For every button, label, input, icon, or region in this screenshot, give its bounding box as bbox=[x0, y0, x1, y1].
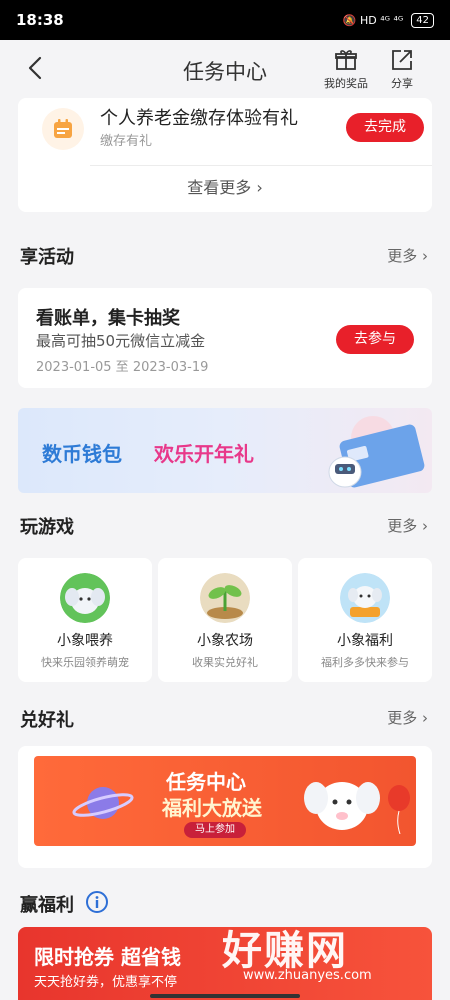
signal-indicators: 🔕 HD ⁴ᴳ ⁴ᴳ bbox=[342, 13, 404, 27]
task-title: 个人养老金缴存体验有礼 bbox=[100, 108, 298, 129]
see-more-link[interactable]: 查看更多 › bbox=[18, 174, 432, 198]
more-label: 更多 bbox=[387, 709, 418, 727]
activity-date-range: 2023-01-05 至 2023-03-19 bbox=[36, 360, 209, 375]
chevron-right-icon: › bbox=[422, 709, 428, 727]
activity-title: 看账单，集卡抽奖 bbox=[36, 308, 180, 329]
divider bbox=[90, 165, 432, 166]
calendar-icon bbox=[42, 108, 84, 150]
chevron-right-icon: › bbox=[422, 517, 428, 535]
complete-task-button[interactable]: 去完成 bbox=[346, 113, 424, 142]
elephant-feed-icon bbox=[60, 573, 110, 623]
status-indicators: 🔕 HD ⁴ᴳ ⁴ᴳ 42 bbox=[342, 12, 434, 28]
battery-icon: 42 bbox=[411, 12, 434, 28]
task-item: 个人养老金缴存体验有礼 缴存有礼 去完成 bbox=[18, 98, 432, 164]
sprout-farm-icon bbox=[200, 573, 250, 623]
activity-subtitle: 最高可抽50元微信立减金 bbox=[36, 332, 206, 350]
task-card: 个人养老金缴存体验有礼 缴存有礼 去完成 查看更多 › bbox=[18, 98, 432, 212]
balloon-illustration bbox=[388, 785, 410, 834]
banner-line-1: 任务中心 bbox=[166, 770, 246, 794]
planet-illustration bbox=[72, 787, 134, 819]
games-more-link[interactable]: 更多 › bbox=[387, 515, 428, 536]
banner-line-2: 福利大放送 bbox=[162, 796, 262, 820]
game-card-feed[interactable]: 小象喂养 快来乐园领养萌宠 bbox=[18, 558, 152, 682]
watermark-url: www.zhuanyes.com bbox=[243, 968, 372, 983]
banner-subtitle: 天天抢好券，优惠享不停 bbox=[34, 975, 178, 990]
section-title-activities: 享活动 bbox=[20, 247, 74, 268]
see-more-label: 查看更多 bbox=[187, 178, 252, 197]
gifts-more-link[interactable]: 更多 › bbox=[387, 707, 428, 728]
status-time: 18:38 bbox=[16, 11, 64, 29]
home-indicator[interactable] bbox=[150, 994, 300, 998]
info-icon[interactable] bbox=[86, 891, 108, 913]
game-name: 小象福利 bbox=[337, 633, 393, 649]
section-title-welfare: 赢福利 bbox=[20, 895, 74, 916]
elephant-welfare-icon bbox=[340, 573, 390, 623]
game-card-farm[interactable]: 小象农场 收果实兑好礼 bbox=[158, 558, 292, 682]
gift-icon bbox=[335, 50, 357, 70]
my-prizes-label: 我的奖品 bbox=[324, 77, 368, 90]
chevron-right-icon: › bbox=[422, 247, 428, 265]
share-label: 分享 bbox=[391, 77, 413, 90]
more-label: 更多 bbox=[387, 247, 418, 265]
activities-more-link[interactable]: 更多 › bbox=[387, 245, 428, 266]
game-name: 小象喂养 bbox=[57, 633, 113, 649]
elephant-mascot-illustration bbox=[304, 782, 380, 830]
banner-title: 限时抢券 超省钱 bbox=[34, 945, 181, 969]
game-card-welfare[interactable]: 小象福利 福利多多快来参与 bbox=[298, 558, 432, 682]
game-desc: 福利多多快来参与 bbox=[321, 656, 409, 669]
section-title-games: 玩游戏 bbox=[20, 517, 74, 538]
activity-card[interactable]: 看账单，集卡抽奖 最高可抽50元微信立减金 2023-01-05 至 2023-… bbox=[18, 288, 432, 388]
game-desc: 快来乐园领养萌宠 bbox=[41, 656, 129, 669]
banner-text-pink: 欢乐开年礼 bbox=[154, 442, 254, 466]
status-bar: 18:38 🔕 HD ⁴ᴳ ⁴ᴳ 42 bbox=[0, 0, 450, 40]
digital-wallet-banner[interactable]: 数币钱包 欢乐开年礼 bbox=[18, 408, 432, 493]
game-desc: 收果实兑好礼 bbox=[192, 656, 258, 669]
join-now-button[interactable]: 马上参加 bbox=[184, 822, 246, 838]
top-nav-bar: 任务中心 我的奖品 分享 bbox=[0, 40, 450, 98]
task-subtitle: 缴存有礼 bbox=[100, 134, 153, 149]
more-label: 更多 bbox=[387, 517, 418, 535]
my-prizes-button[interactable]: 我的奖品 bbox=[318, 48, 374, 91]
join-activity-button[interactable]: 去参与 bbox=[336, 325, 414, 354]
wallet-card-illustration bbox=[328, 416, 425, 488]
share-button[interactable]: 分享 bbox=[374, 48, 430, 91]
banner-text-blue: 数币钱包 bbox=[42, 442, 122, 466]
share-icon bbox=[392, 50, 412, 70]
gift-card: 任务中心 福利大放送 马上参加 bbox=[18, 746, 432, 868]
task-center-promo-banner[interactable]: 任务中心 福利大放送 马上参加 bbox=[34, 756, 416, 846]
section-title-gifts: 兑好礼 bbox=[20, 710, 74, 731]
game-name: 小象农场 bbox=[197, 633, 253, 649]
chevron-right-icon: › bbox=[256, 178, 263, 197]
